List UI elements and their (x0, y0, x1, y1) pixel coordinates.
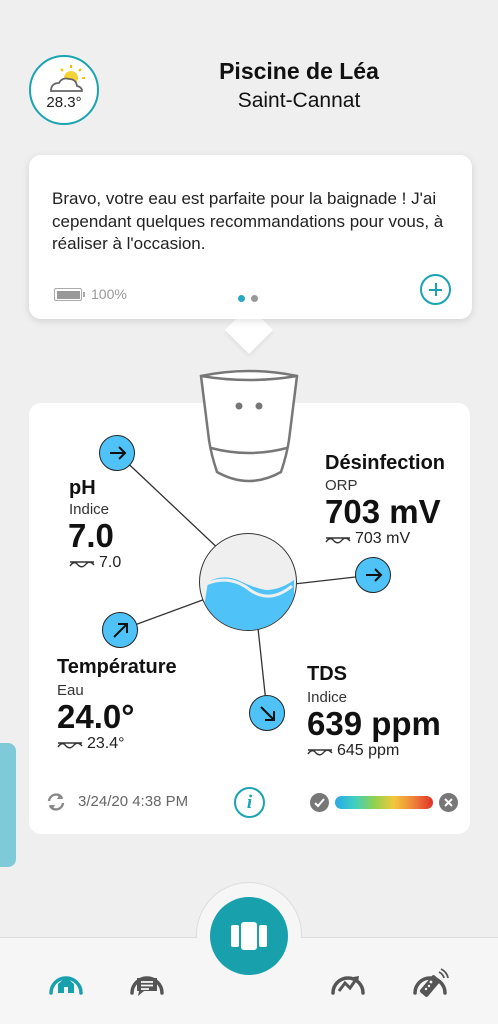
device-icon (231, 922, 267, 950)
temperature-title: Température (57, 656, 177, 678)
disinfection-detail-button[interactable] (355, 557, 391, 593)
trend-wave-icon (307, 749, 333, 756)
arrow-right-icon (366, 568, 383, 582)
refresh-icon[interactable] (45, 791, 67, 813)
remote-icon[interactable] (409, 963, 451, 1003)
arrow-right-icon (110, 446, 127, 460)
disinfection-title: Désinfection (325, 452, 446, 474)
temperature-detail-button[interactable] (102, 612, 138, 648)
water-wave-icon (200, 577, 294, 630)
ph-reference: 7.0 (69, 554, 121, 572)
tds-reference-value: 645 ppm (337, 742, 400, 759)
temperature-subtitle: Eau (57, 682, 84, 699)
check-icon (310, 793, 329, 812)
temperature-reference-value: 23.4° (87, 735, 125, 752)
tds-title: TDS (307, 663, 347, 685)
arrow-down-right-icon (260, 706, 275, 721)
water-status-circle[interactable] (199, 533, 297, 631)
disinfection-value: 703 mV (325, 493, 441, 530)
tds-value: 639 ppm (307, 705, 441, 742)
last-update-date: 3/24/20 4:38 PM (78, 793, 189, 810)
arrow-up-right-icon (113, 623, 128, 638)
home-icon[interactable] (45, 963, 87, 1003)
tds-reference: 645 ppm (307, 742, 399, 760)
quality-color-scale (335, 796, 433, 809)
trend-wave-icon (57, 742, 83, 749)
tds-detail-button[interactable] (249, 695, 285, 731)
close-icon (439, 793, 458, 812)
ph-subtitle: Indice (69, 501, 110, 518)
info-button[interactable]: i (234, 787, 265, 818)
chat-icon[interactable] (126, 963, 168, 1003)
trend-wave-icon (325, 537, 351, 544)
disinfection-reference: 703 mV (325, 530, 410, 548)
ph-detail-button[interactable] (99, 435, 135, 471)
trend-wave-icon (69, 561, 95, 568)
device-center-button[interactable] (210, 897, 288, 975)
disinfection-reference-value: 703 mV (355, 530, 411, 547)
info-icon: i (246, 792, 253, 813)
temperature-value: 24.0° (57, 698, 135, 735)
tds-subtitle: Indice (307, 689, 348, 706)
side-drawer-handle[interactable] (0, 743, 16, 867)
disinfection-subtitle: ORP (325, 477, 358, 494)
ph-value: 7.0 (68, 517, 114, 554)
temperature-reference: 23.4° (57, 735, 125, 753)
ph-title: pH (69, 477, 96, 499)
stats-icon[interactable] (327, 963, 369, 1003)
ph-reference-value: 7.0 (99, 554, 122, 571)
